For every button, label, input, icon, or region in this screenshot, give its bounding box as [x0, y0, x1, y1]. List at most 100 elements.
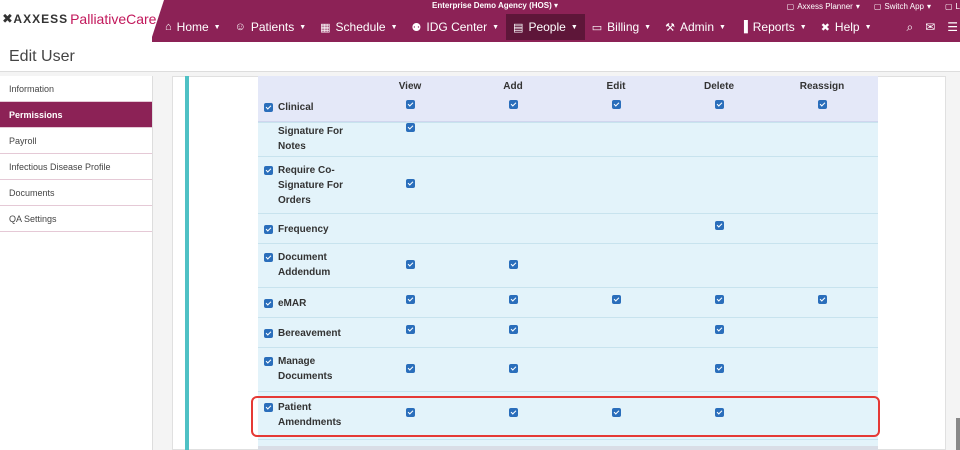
- nav-label: Reports: [752, 20, 795, 34]
- top-link-axxess-planner[interactable]: ▢ Axxess Planner ▾: [787, 0, 860, 12]
- nav-schedule[interactable]: ▦ Schedule ▼: [313, 14, 404, 40]
- permissions-table: View Add Edit Delete Reassign Clinical Signat…: [258, 76, 878, 450]
- highlight-callout: [251, 396, 880, 437]
- home-icon: ⌂: [165, 21, 172, 33]
- nav-label: Home: [176, 20, 209, 34]
- nav-label: Schedule: [335, 20, 386, 34]
- checkbox-require-co-signature-for-orders-view[interactable]: [406, 179, 415, 188]
- checkbox-clinical-add[interactable]: [509, 100, 518, 109]
- chevron-down-icon: ▼: [390, 23, 398, 31]
- row-label-line: Addendum: [278, 267, 331, 278]
- checkbox-signature-for-notes-view[interactable]: [406, 123, 415, 132]
- chevron-down-icon: ▼: [213, 23, 221, 31]
- nav-reports[interactable]: ▐ Reports ▼: [733, 14, 814, 40]
- sidebar-item-documents[interactable]: Documents: [0, 180, 152, 206]
- checkbox-clinical-delete[interactable]: [715, 100, 724, 109]
- column-header-reassign: Reassign: [799, 81, 845, 92]
- search-icon[interactable]: ⌕: [906, 20, 913, 35]
- permission-row-signature-for-notes: Signature For Notes: [258, 122, 878, 157]
- row-label-manage-documents: Manage Documents: [278, 354, 368, 384]
- main-nav: ⌂ Home ▼ ☺ Patients ▼ ▦ Schedule ▼ ⚉ IDG Center ▼ ▤ P…: [158, 14, 879, 40]
- mail-icon[interactable]: ✉: [925, 20, 935, 34]
- permission-row-bereavement: Bereavement: [258, 318, 878, 348]
- checkbox-clinical-edit[interactable]: [612, 100, 621, 109]
- checkbox-frequency-delete[interactable]: [715, 221, 724, 230]
- checkbox-clinical-reassign[interactable]: [818, 100, 827, 109]
- section-accent-bar: [185, 76, 189, 450]
- nav-admin[interactable]: ⚒ Admin ▼: [658, 14, 733, 40]
- page-title: Edit User: [9, 48, 75, 65]
- chevron-down-icon: ▾: [553, 1, 558, 10]
- checkbox-manage-documents-add[interactable]: [509, 364, 518, 373]
- chevron-down-icon: ▼: [864, 23, 872, 31]
- scrollbar-thumb[interactable]: [956, 418, 960, 450]
- chevron-down-icon: ▾: [855, 1, 860, 11]
- nav-billing[interactable]: ▭ Billing ▼: [585, 14, 658, 40]
- permission-row-require-co-signature-for-orders: Require Co- Signature For Orders: [258, 157, 878, 214]
- row-label-line: Signature For: [278, 180, 344, 191]
- help-icon: ✖: [820, 21, 830, 34]
- permissions-header: View Add Edit Delete Reassign Clinical: [258, 76, 878, 122]
- nav-label: IDG Center: [426, 20, 488, 34]
- chevron-down-icon: ▼: [299, 23, 307, 31]
- column-header-delete: Delete: [703, 81, 734, 92]
- right-gutter: [946, 76, 960, 450]
- checkbox-manage-documents-delete[interactable]: [715, 364, 724, 373]
- checkbox-emar-view[interactable]: [406, 295, 415, 304]
- checkbox-document-addendum[interactable]: [264, 253, 273, 262]
- checkbox-bereavement[interactable]: [264, 329, 273, 338]
- top-link-switch-app[interactable]: ▢ Switch App ▾: [874, 0, 931, 12]
- checkbox-manage-documents[interactable]: [264, 357, 273, 366]
- checkbox-require-co-signature-for-orders[interactable]: [264, 166, 273, 175]
- app-logo[interactable]: ✖ AXXESS PalliativeCare: [2, 11, 156, 27]
- checkbox-emar-add[interactable]: [509, 295, 518, 304]
- nav-people[interactable]: ▤ People ▼: [506, 14, 585, 40]
- wrench-icon: ⚒: [665, 21, 675, 34]
- checkbox-emar-reassign[interactable]: [818, 295, 827, 304]
- checkbox-bereavement-view[interactable]: [406, 325, 415, 334]
- checkbox-clinical[interactable]: [264, 103, 273, 112]
- row-label-frequency: Frequency: [278, 222, 368, 237]
- chevron-down-icon: ▼: [492, 23, 500, 31]
- top-link-l[interactable]: ▢ L: [945, 0, 960, 12]
- checkbox-frequency[interactable]: [264, 225, 273, 234]
- checkbox-document-addendum-add[interactable]: [509, 260, 518, 269]
- agency-name: Enterprise Demo Agency (HOS): [432, 1, 552, 10]
- checkbox-bereavement-add[interactable]: [509, 325, 518, 334]
- permission-row-emar: eMAR: [258, 288, 878, 318]
- sidebar-item-qa-settings[interactable]: QA Settings: [0, 206, 152, 232]
- checkbox-emar[interactable]: [264, 299, 273, 308]
- menu-icon[interactable]: ☰: [947, 20, 958, 34]
- nav-help[interactable]: ✖ Help ▼: [814, 14, 879, 40]
- sidebar-item-permissions[interactable]: Permissions: [0, 102, 152, 128]
- row-label-line: Notes: [278, 141, 306, 152]
- nav-label: Admin: [679, 20, 714, 34]
- lock-icon: ▢: [944, 1, 953, 11]
- nav-label: Billing: [607, 20, 640, 34]
- checkbox-manage-documents-view[interactable]: [406, 364, 415, 373]
- row-label-line: Documents: [278, 371, 333, 382]
- sidebar-item-payroll[interactable]: Payroll: [0, 128, 152, 154]
- calendar-icon: ▦: [320, 21, 331, 34]
- row-label-emar: eMAR: [278, 296, 368, 311]
- checkbox-document-addendum-view[interactable]: [406, 260, 415, 269]
- checkbox-emar-edit[interactable]: [612, 295, 621, 304]
- checkbox-emar-delete[interactable]: [715, 295, 724, 304]
- row-label-bereavement: Bereavement: [278, 326, 368, 341]
- external-link-icon: ▢: [873, 1, 882, 11]
- nav-label: Help: [834, 20, 860, 34]
- column-header-view: View: [398, 81, 422, 92]
- nav-home[interactable]: ⌂ Home ▼: [158, 14, 228, 40]
- app-window: ✖ AXXESS PalliativeCare Enterprise Demo …: [0, 0, 960, 450]
- agency-selector[interactable]: Enterprise Demo Agency (HOS) ▾: [432, 1, 558, 10]
- checkbox-clinical-view[interactable]: [406, 100, 415, 109]
- sidebar-item-infectious-disease-profile[interactable]: Infectious Disease Profile: [0, 154, 152, 180]
- nav-patients[interactable]: ☺ Patients ▼: [228, 14, 314, 40]
- nav-idg-center[interactable]: ⚉ IDG Center ▼: [405, 14, 507, 40]
- checkbox-bereavement-delete[interactable]: [715, 325, 724, 334]
- row-label-line: Document: [278, 252, 327, 263]
- sidebar-item-information[interactable]: Information: [0, 76, 152, 102]
- brand-product: PalliativeCare: [70, 11, 157, 27]
- chevron-down-icon: ▼: [644, 23, 652, 31]
- nav-label: Patients: [250, 20, 295, 34]
